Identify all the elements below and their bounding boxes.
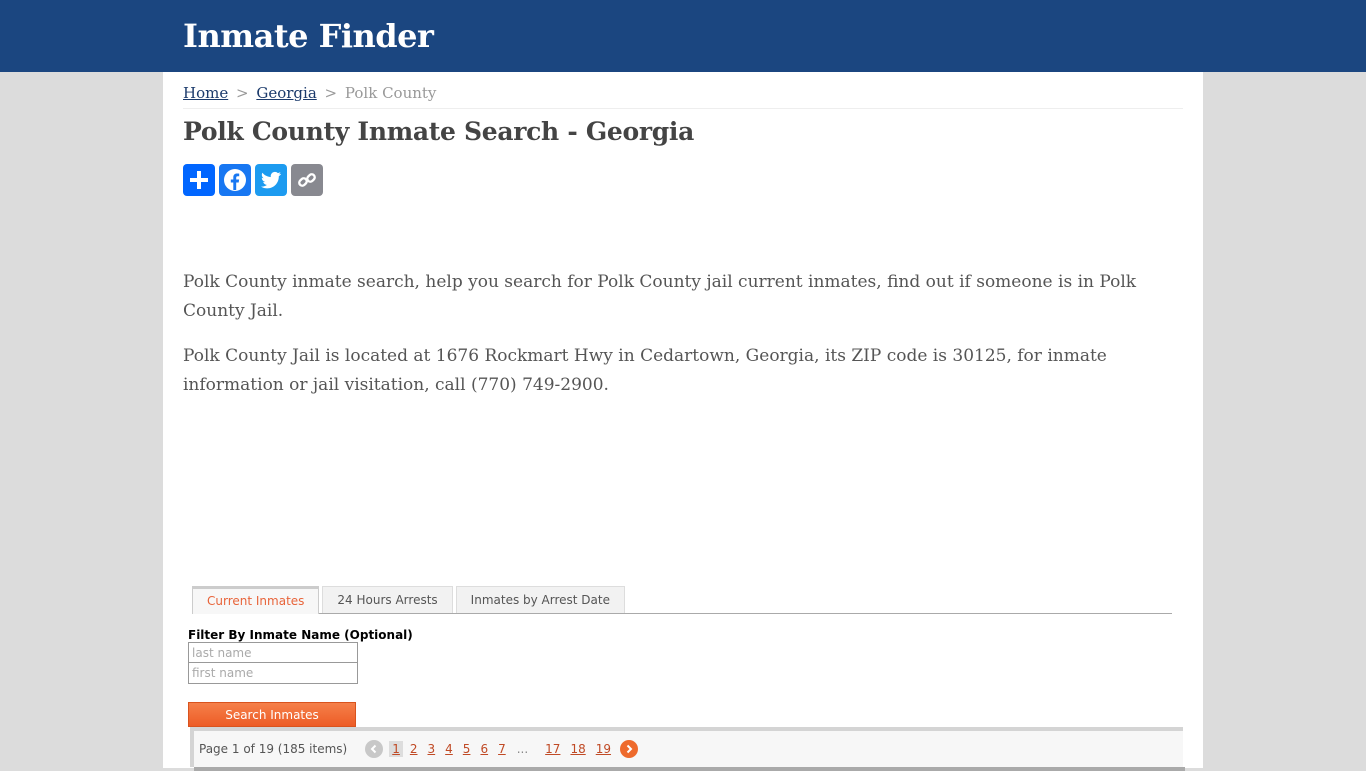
chevron-left-icon — [370, 744, 377, 754]
site-header: Inmate Finder — [0, 0, 1366, 72]
link-icon — [298, 173, 316, 187]
breadcrumb-current: Polk County — [344, 84, 437, 102]
plus-icon — [190, 171, 208, 189]
pager-ellipsis: ... — [516, 742, 529, 756]
filter-label: Filter By Inmate Name (Optional) — [188, 628, 413, 642]
breadcrumb-separator: > — [236, 84, 249, 102]
breadcrumb-separator: > — [324, 84, 338, 102]
main-content: Home > Georgia > Polk County Polk County… — [163, 72, 1203, 771]
intro-paragraph: Polk County inmate search, help you sear… — [183, 272, 1137, 321]
tab-bar: Current Inmates 24 Hours Arrests Inmates… — [192, 586, 1172, 614]
page-link[interactable]: 2 — [410, 742, 418, 756]
page-link[interactable]: 7 — [498, 742, 506, 756]
copy-link-button[interactable] — [291, 164, 323, 196]
breadcrumb: Home > Georgia > Polk County — [183, 72, 1183, 109]
breadcrumb-georgia[interactable]: Georgia — [256, 84, 316, 102]
pager: Page 1 of 19 (185 items) 1 2 3 4 5 6 7 .… — [190, 727, 1183, 767]
facebook-icon — [224, 169, 246, 191]
site-title[interactable]: Inmate Finder — [183, 0, 1183, 72]
tab-24-hours-arrests[interactable]: 24 Hours Arrests — [322, 586, 453, 613]
page-link[interactable]: 18 — [570, 742, 585, 756]
chevron-right-icon — [626, 744, 633, 754]
breadcrumb-home[interactable]: Home — [183, 84, 228, 102]
first-name-input[interactable] — [188, 663, 358, 684]
page-link[interactable]: 4 — [445, 742, 453, 756]
page-link-current[interactable]: 1 — [389, 741, 403, 757]
page-title: Polk County Inmate Search - Georgia — [183, 117, 694, 146]
inmate-search-widget: Current Inmates 24 Hours Arrests Inmates… — [188, 586, 1185, 771]
search-inmates-button[interactable]: Search Inmates — [188, 702, 356, 727]
tab-current-inmates[interactable]: Current Inmates — [192, 586, 320, 614]
page-link[interactable]: 6 — [480, 742, 488, 756]
tab-inmates-by-arrest-date[interactable]: Inmates by Arrest Date — [455, 586, 625, 613]
twitter-share-button[interactable] — [255, 164, 287, 196]
share-bar — [183, 164, 1183, 196]
page-link[interactable]: 17 — [545, 742, 560, 756]
facebook-share-button[interactable] — [219, 164, 251, 196]
twitter-icon — [261, 171, 281, 189]
page-link[interactable]: 19 — [596, 742, 611, 756]
page-link[interactable]: 3 — [428, 742, 436, 756]
page-link[interactable]: 5 — [463, 742, 471, 756]
pager-summary: Page 1 of 19 (185 items) — [199, 742, 348, 756]
last-name-input[interactable] — [188, 642, 358, 663]
prev-page-button[interactable] — [365, 740, 384, 758]
intro-text: Polk County inmate search, help you sear… — [183, 268, 1183, 400]
jail-info-paragraph: Polk County Jail is located at 1676 Rock… — [183, 346, 1107, 395]
next-page-button[interactable] — [620, 740, 639, 758]
share-add-button[interactable] — [183, 164, 215, 196]
